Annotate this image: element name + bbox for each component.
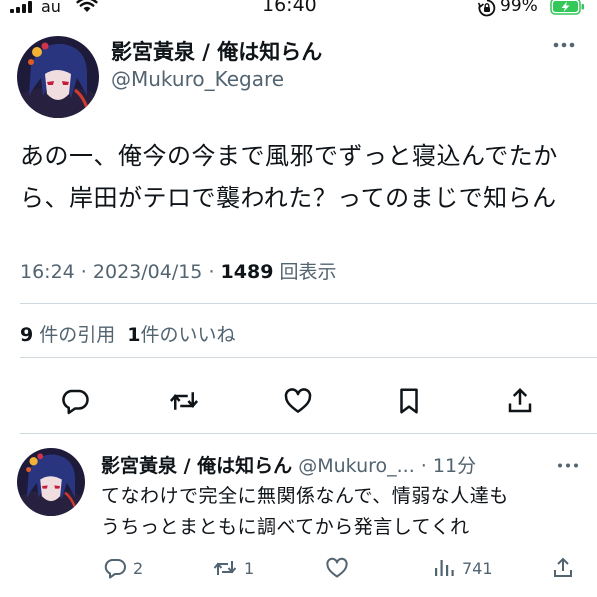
reply-text-line: てなわけで完全に無関係なんで、情弱な人達も (101, 485, 509, 507)
reply-time[interactable]: 11分 (433, 455, 476, 477)
retweet-count: 1 (244, 558, 255, 578)
share-icon (508, 387, 532, 413)
reply-text-line: うちっとまともに調べてから発言してくれ (101, 516, 470, 538)
avatar-image (17, 448, 85, 516)
views-count: 1489 (220, 261, 274, 283)
engagement-stats: 9 件の引用 1件のいいね (20, 320, 236, 347)
tweet-time[interactable]: 16:24 (20, 261, 75, 283)
reply-author-handle[interactable]: @Mukuro_... (298, 455, 415, 477)
reply-icon (104, 559, 126, 579)
battery-charging-icon (550, 0, 584, 15)
bookmark-icon (400, 388, 418, 414)
views-icon (435, 560, 454, 576)
divider (20, 433, 597, 434)
rotation-lock-icon (478, 0, 496, 17)
view-count: 741 (462, 558, 493, 578)
like-button[interactable] (283, 386, 313, 416)
reply-reply-button[interactable]: 2 (103, 556, 143, 580)
tweet-author-handle[interactable]: @Mukuro_Kegare (111, 67, 284, 91)
divider (20, 357, 597, 358)
share-icon (554, 557, 572, 577)
reply-icon (62, 389, 89, 415)
reply-like-button[interactable] (325, 556, 349, 580)
signal-icon (10, 1, 32, 13)
likes-count: 1 (127, 324, 141, 346)
reply-avatar[interactable] (17, 448, 85, 516)
tweet-metadata: 16:24 · 2023/04/15 · 1489 回表示 (20, 257, 336, 284)
heart-icon (326, 557, 348, 578)
divider (20, 303, 597, 304)
reply-views-button[interactable]: 741 (432, 556, 493, 580)
reply-retweet-button[interactable]: 1 (212, 556, 254, 580)
more-options-icon[interactable] (557, 462, 579, 469)
likes-link[interactable]: 1件のいいね (127, 324, 235, 346)
bookmark-button[interactable] (394, 386, 424, 416)
meta-separator: · (74, 261, 93, 283)
wifi-icon (76, 0, 98, 12)
views-label: 回表示 (279, 261, 337, 283)
meta-separator: · (202, 261, 221, 283)
quotes-link[interactable]: 9 件の引用 (20, 324, 115, 346)
status-bar: au 16:40 99% (0, 0, 597, 22)
tweet-author-name[interactable]: 影宮黃泉 / 俺は知らん (111, 36, 322, 66)
quotes-count: 9 (20, 324, 34, 346)
retweet-icon (213, 561, 237, 575)
more-options-icon[interactable] (552, 41, 576, 49)
reply-share-button[interactable] (551, 556, 575, 580)
meta-separator: · (414, 455, 433, 477)
reply-button[interactable] (60, 386, 90, 416)
avatar[interactable] (17, 36, 99, 118)
status-time: 16:40 (262, 0, 317, 16)
tweet-text-line: あの一、俺今の今まで風邪でずっと寝込んでたか (20, 142, 558, 170)
tweet-date[interactable]: 2023/04/15 (93, 261, 203, 283)
carrier-label: au (41, 0, 61, 16)
reply-count: 2 (133, 558, 144, 578)
reply-author-name[interactable]: 影宮黃泉 / 俺は知らん (101, 455, 292, 477)
heart-icon (284, 388, 312, 413)
battery-percent: 99% (500, 0, 538, 16)
quotes-label: 件の引用 (39, 324, 116, 346)
retweet-button[interactable] (169, 386, 199, 416)
avatar-image (17, 36, 99, 118)
share-button[interactable] (505, 386, 535, 416)
retweet-icon (169, 392, 199, 410)
likes-label: 件のいいね (140, 324, 236, 346)
reply-header: 影宮黃泉 / 俺は知らん @Mukuro_... · 11分 (101, 451, 476, 478)
tweet-text-line: ら、岸田がテロで襲われた？ってのまじで知らん (20, 184, 557, 212)
